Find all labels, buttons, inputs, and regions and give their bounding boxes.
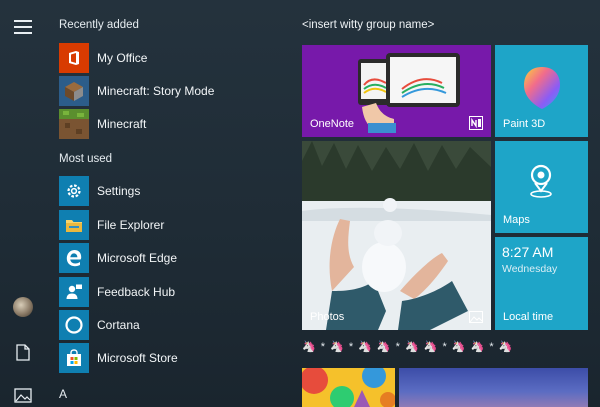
app-item-microsoft-edge[interactable]: Microsoft Edge <box>59 242 289 274</box>
app-label: Minecraft: Story Mode <box>97 84 215 98</box>
photos-logo-icon <box>469 311 483 323</box>
app-item-cortana[interactable]: Cortana <box>59 309 289 341</box>
tile-label: Local time <box>503 311 554 323</box>
tile-wallpaper-app[interactable] <box>399 368 588 407</box>
app-label: Settings <box>97 184 141 198</box>
app-item-my-office[interactable]: My Office <box>59 42 289 74</box>
folder-icon <box>59 210 89 240</box>
start-rail <box>0 0 46 407</box>
edge-icon <box>59 243 89 273</box>
app-item-minecraft-story-mode[interactable]: Minecraft: Story Mode <box>59 75 289 107</box>
photos-snowman-image <box>302 141 491 330</box>
tile-label: Photos <box>310 311 345 323</box>
app-item-settings[interactable]: Settings <box>59 175 289 207</box>
app-label: Minecraft <box>97 117 147 131</box>
app-list[interactable]: Recently added My Office Minecraft: Stor… <box>46 0 296 407</box>
app-label: Microsoft Store <box>97 351 178 365</box>
app-label: My Office <box>97 51 148 65</box>
group-title[interactable]: <insert witty group name> <box>302 19 434 31</box>
tile-photos[interactable]: Photos <box>302 141 491 330</box>
clock-time: 8:27 AM <box>502 244 554 260</box>
tile-paint-3d[interactable]: Paint 3D <box>495 45 588 137</box>
tile-colorful-app[interactable] <box>302 368 395 407</box>
clock-day: Wednesday <box>502 263 558 275</box>
paint-3d-icon <box>524 67 560 109</box>
cortana-icon <box>59 310 89 340</box>
minecraft-icon <box>59 109 89 139</box>
section-recently-added: Recently added <box>59 19 139 31</box>
user-avatar[interactable] <box>13 297 33 317</box>
map-pin-icon <box>530 164 552 198</box>
emoji-group-title[interactable]: 🦄 * 🦄 * 🦄 🦄 * 🦄 🦄 * 🦄 🦄 * 🦄 <box>302 340 588 356</box>
tile-maps[interactable]: Maps <box>495 141 588 233</box>
gear-icon <box>59 176 89 206</box>
app-item-microsoft-store[interactable]: Microsoft Store <box>59 342 289 374</box>
tile-label: OneNote <box>310 118 355 130</box>
app-item-file-explorer[interactable]: File Explorer <box>59 209 289 241</box>
documents-icon[interactable] <box>16 344 30 361</box>
hamburger-menu-icon[interactable] <box>14 20 32 34</box>
app-label: Microsoft Edge <box>97 251 178 265</box>
tile-onenote[interactable]: OneNote <box>302 45 491 137</box>
section-most-used: Most used <box>59 153 113 165</box>
app-item-minecraft[interactable]: Minecraft <box>59 108 289 140</box>
tile-label: Maps <box>503 214 530 226</box>
tile-local-time[interactable]: 8:27 AM Wednesday Local time <box>495 237 588 330</box>
app-label: Feedback Hub <box>97 285 176 299</box>
tile-label: Paint 3D <box>503 118 546 130</box>
app-label: Cortana <box>97 318 140 332</box>
office-icon <box>59 43 89 73</box>
pictures-icon[interactable] <box>14 388 32 403</box>
minecraft-story-mode-icon <box>59 76 89 106</box>
feedback-hub-icon <box>59 277 89 307</box>
app-item-feedback-hub[interactable]: Feedback Hub <box>59 276 289 308</box>
app-label: File Explorer <box>97 218 165 232</box>
colorful-app-art <box>302 368 395 407</box>
store-icon <box>59 343 89 373</box>
onenote-logo-icon <box>469 116 483 130</box>
letter-header-a[interactable]: A <box>59 387 67 401</box>
start-menu: Recently added My Office Minecraft: Stor… <box>0 0 600 407</box>
